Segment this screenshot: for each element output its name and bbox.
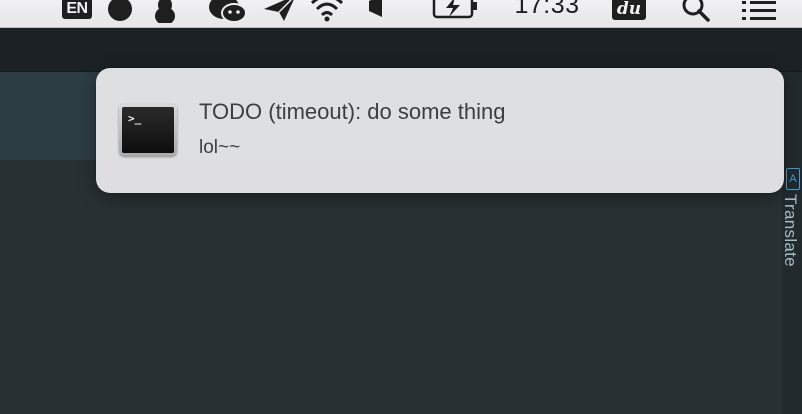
list-icon[interactable] <box>736 0 780 22</box>
translate-badge[interactable]: A <box>786 168 800 190</box>
battery-charging-icon[interactable] <box>432 0 480 22</box>
notification-bell-icon[interactable] <box>364 0 388 22</box>
wechat-icon[interactable] <box>206 0 250 23</box>
app-toolbar <box>0 28 802 72</box>
menubar-clock[interactable]: 17:33 <box>506 0 588 19</box>
app-body <box>0 160 802 414</box>
notification-title: TODO (timeout): do some thing <box>199 99 506 124</box>
wifi-icon[interactable] <box>309 0 345 22</box>
du-app-icon[interactable]: du <box>612 0 646 20</box>
translate-label[interactable]: Translate <box>780 194 800 267</box>
input-source-indicator[interactable]: EN <box>62 0 92 19</box>
penguin-icon[interactable] <box>150 0 180 23</box>
notification-banner[interactable]: >_ TODO (timeout): do some thing lol~~ <box>96 68 784 193</box>
search-icon[interactable] <box>676 0 716 22</box>
circle-app-icon[interactable] <box>106 0 134 22</box>
terminal-icon-screen: >_ <box>122 107 174 153</box>
notification-body: lol~~ <box>199 137 241 158</box>
menu-bar: EN 17:33 du <box>0 0 802 28</box>
translate-side-panel[interactable]: A Translate <box>780 72 802 414</box>
terminal-prompt-glyph: >_ <box>128 112 142 125</box>
send-icon[interactable] <box>262 0 298 22</box>
terminal-icon: >_ <box>119 104 177 156</box>
